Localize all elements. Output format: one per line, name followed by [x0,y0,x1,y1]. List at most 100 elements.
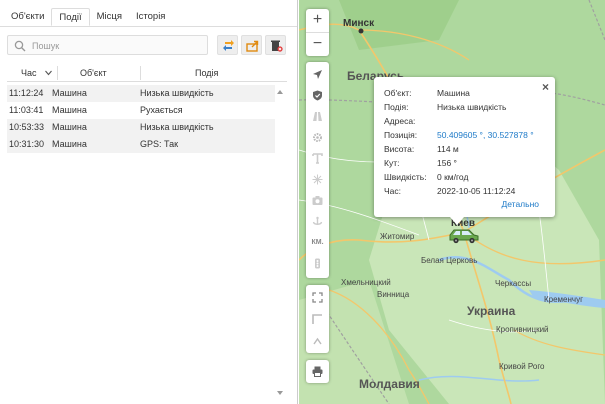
geofence-button[interactable] [306,85,329,106]
field-label: Подія: [384,102,409,112]
popup-field-angle: Кут: 156 ° [384,157,549,170]
event-time: 11:12:24 [9,88,44,98]
search-input[interactable] [32,38,202,53]
search-field[interactable] [7,35,208,55]
events-panel: Об'єкти Події Місця Історія Пошук Час Об… [0,0,298,404]
map-label-vinnytsia: Винница [377,290,410,299]
minsk-dot [358,28,364,34]
tab-bar: Об'єкти Події Місця Історія [4,8,172,26]
column-header-time[interactable]: Час [21,64,37,82]
map-label-minsk: Минск [343,18,375,29]
camera-icon [312,196,323,205]
event-info-popup: × Об'єкт: Машина Подія: Низька швидкість… [374,77,555,225]
traffic-button[interactable] [306,253,329,274]
field-label: Адреса: [384,116,416,126]
popup-tail [450,217,464,225]
map-label-moldova: Молдавия [359,377,420,391]
field-label: Швидкість: [384,172,427,182]
popup-field-time: Час: 2022-10-05 11:12:24 [384,185,549,198]
navigation-arrow-icon [313,70,322,79]
popup-field-object: Об'єкт: Машина [384,87,549,100]
event-object: Машина [52,105,87,115]
popup-field-speed: Швидкість: 0 км/год [384,171,549,184]
measure-button[interactable]: КМ. [306,232,329,253]
collapse-toolbar-button[interactable] [306,331,329,352]
ruler-button[interactable] [306,309,329,330]
anchor-button[interactable] [306,211,329,232]
chevron-up-icon [313,337,322,345]
car-marker-icon[interactable] [447,226,481,244]
sort-descending-icon[interactable] [45,70,52,76]
zoom-out-button[interactable]: − [306,32,329,55]
map-label-cherkasy: Черкассы [495,279,532,288]
scroll-up-icon[interactable] [276,88,284,96]
table-row[interactable]: 11:12:24 Машина Низька швидкість [7,85,275,102]
printer-icon [312,366,323,377]
event-name: Низька швидкість [140,122,214,132]
refresh-icon [223,40,234,51]
map-label-ukraine: Украина [467,304,516,318]
shield-icon [313,90,322,101]
text-icon [312,153,323,164]
tab-history[interactable]: Історія [129,8,172,26]
anchor-icon [312,216,323,225]
refresh-button[interactable] [217,35,238,55]
table-row[interactable]: 10:31:30 Машина GPS: Так [7,136,275,153]
labels-toggle-button[interactable] [306,148,329,169]
map-toolbar-secondary [306,285,329,353]
event-name: Низька швидкість [140,88,214,98]
clusters-button[interactable] [306,169,329,190]
tab-objects[interactable]: Об'єкти [4,8,51,26]
camera-button[interactable] [306,190,329,211]
print-button[interactable] [306,361,329,382]
field-label: Час: [384,186,402,196]
map-label-kryvyi-rih: Кривой Рого [499,362,545,371]
trash-icon [271,40,283,52]
field-value: 2022-10-05 11:12:24 [437,186,516,196]
details-link[interactable]: Детально [501,199,539,209]
export-icon [246,40,259,52]
event-object: Машина [52,122,87,132]
zoom-in-button[interactable]: + [306,9,329,32]
events-grid-header: Час Об'єкт Подія [7,64,287,82]
ruler-corner-icon [312,314,322,324]
map-label-bila-tserkva: Белая Церковь [421,256,478,265]
column-separator [140,66,141,80]
field-label: Кут: [384,158,400,168]
event-time: 10:53:33 [9,122,45,132]
field-value: Низька швидкість [437,102,507,112]
popup-field-altitude: Висота: 114 м [384,143,549,156]
print-control [306,360,329,383]
popup-field-event: Подія: Низька швидкість [384,101,549,114]
position-link[interactable]: 50.409605 °, 30.527878 ° [437,129,534,142]
column-header-event[interactable]: Подія [195,64,218,82]
field-value: 0 км/год [437,172,469,182]
popup-field-address: Адреса: [384,115,549,128]
measure-label: КМ. [311,239,324,246]
tab-places[interactable]: Місця [90,8,129,26]
grid-scrollbar[interactable] [275,85,285,400]
map-label-khmelnytskyi: Хмельницкий [341,278,391,287]
table-row[interactable]: 11:03:41 Машина Рухається [7,102,275,119]
event-name: GPS: Так [140,139,179,149]
delete-all-button[interactable] [265,35,286,55]
export-button[interactable] [241,35,262,55]
column-header-object[interactable]: Об'єкт [80,64,107,82]
tab-events[interactable]: Події [51,8,90,26]
tab-divider [0,26,297,27]
scroll-down-icon[interactable] [276,389,284,397]
settings-button[interactable] [306,127,329,148]
column-separator [57,66,58,80]
field-value: 156 ° [437,158,457,168]
routes-button[interactable] [306,106,329,127]
sparkle-icon [312,174,323,185]
popup-field-position: Позиція: 50.409605 °, 30.527878 ° [384,129,549,142]
expand-icon [312,292,323,303]
field-label: Висота: [384,144,415,154]
table-row[interactable]: 10:53:33 Машина Низька швидкість [7,119,275,136]
my-location-button[interactable] [306,64,329,85]
map-toolbar: КМ. [306,62,329,278]
field-label: Позиція: [384,130,418,140]
fullscreen-button[interactable] [306,287,329,308]
field-value: 114 м [437,144,459,154]
